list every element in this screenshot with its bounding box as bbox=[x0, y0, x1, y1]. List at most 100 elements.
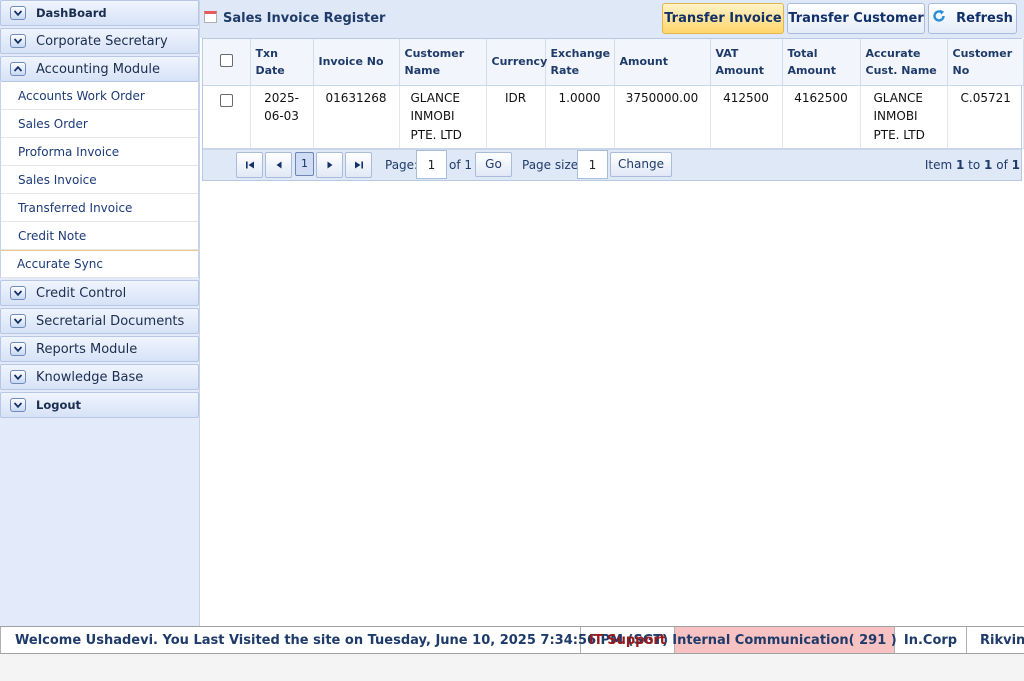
cell-txn-date: 2025-06-03 bbox=[250, 85, 314, 149]
first-page-button[interactable] bbox=[236, 151, 263, 178]
chevron-down-icon bbox=[10, 6, 26, 20]
chevron-down-icon bbox=[10, 286, 26, 300]
status-bar: Welcome Ushadevi. You Last Visited the s… bbox=[0, 626, 1024, 654]
next-page-icon bbox=[327, 161, 332, 168]
page-title: Sales Invoice Register bbox=[223, 10, 386, 26]
nav-corporate-secretary[interactable]: Corporate Secretary bbox=[0, 28, 199, 54]
nav-corporate-secretary-label: Corporate Secretary bbox=[36, 33, 168, 49]
main-panel: Sales Invoice Register Transfer Invoice … bbox=[200, 0, 1024, 626]
nav-secretarial-documents-label: Secretarial Documents bbox=[36, 313, 185, 329]
change-button[interactable]: Change bbox=[610, 151, 672, 177]
submenu-proforma-invoice[interactable]: Proforma Invoice bbox=[1, 138, 198, 166]
cell-accurate-cust-name: GLANCE INMOBI PTE. LTD bbox=[860, 85, 948, 149]
submenu-transferred-invoice[interactable]: Transferred Invoice bbox=[1, 194, 198, 222]
nav-credit-control[interactable]: Credit Control bbox=[0, 280, 199, 306]
nav-accounting-module-label: Accounting Module bbox=[36, 61, 160, 77]
refresh-label: Refresh bbox=[956, 11, 1013, 26]
refresh-icon bbox=[933, 9, 945, 22]
chevron-down-icon bbox=[10, 370, 26, 384]
item-count-to: 1 bbox=[984, 157, 993, 172]
row-select-cell bbox=[203, 85, 251, 149]
invoice-table: Txn Date Invoice No Customer Name Curren… bbox=[203, 39, 1024, 149]
column-header[interactable]: Total Amount bbox=[782, 39, 861, 86]
cell-currency: IDR bbox=[486, 85, 546, 149]
submenu-sales-invoice[interactable]: Sales Invoice bbox=[1, 166, 198, 194]
first-page-icon bbox=[245, 161, 254, 168]
calendar-icon bbox=[204, 11, 217, 23]
page-size-input[interactable]: 1 bbox=[577, 149, 608, 179]
prev-page-button[interactable] bbox=[265, 151, 292, 178]
column-header[interactable]: Invoice No bbox=[313, 39, 400, 86]
rikvin-link[interactable]: Rikvin bbox=[967, 627, 1024, 653]
column-header[interactable]: VAT Amount bbox=[710, 39, 783, 86]
cell-amount: 3750000.00 bbox=[614, 85, 711, 149]
it-support-link[interactable]: IT Support bbox=[581, 627, 675, 653]
page-input[interactable]: 1 bbox=[416, 149, 447, 179]
last-page-icon bbox=[354, 161, 363, 168]
nav-reports-module[interactable]: Reports Module bbox=[0, 336, 199, 362]
submenu-accurate-sync[interactable]: Accurate Sync bbox=[1, 250, 198, 278]
row-checkbox[interactable] bbox=[219, 93, 233, 107]
chevron-down-icon bbox=[10, 342, 26, 356]
nav-knowledge-base[interactable]: Knowledge Base bbox=[0, 364, 199, 390]
invoice-grid: Txn Date Invoice No Customer Name Curren… bbox=[202, 38, 1024, 181]
column-header[interactable]: Customer No bbox=[947, 39, 1024, 86]
nav-credit-control-label: Credit Control bbox=[36, 285, 127, 301]
page-size-label: Page size: bbox=[522, 157, 583, 172]
transfer-invoice-button[interactable]: Transfer Invoice bbox=[662, 3, 784, 34]
column-header[interactable]: Txn Date bbox=[250, 39, 314, 86]
submenu-credit-note[interactable]: Credit Note bbox=[1, 222, 198, 250]
incorp-link[interactable]: In.Corp bbox=[895, 627, 967, 653]
prev-page-icon bbox=[276, 161, 281, 168]
cell-vat-amount: 412500 bbox=[710, 85, 783, 149]
cell-customer-name: GLANCE INMOBI PTE. LTD bbox=[399, 85, 487, 149]
pager: 1 Page: 1 of 1 Go Page size: 1 Change It… bbox=[203, 148, 1021, 180]
cell-invoice-no: 01631268 bbox=[313, 85, 400, 149]
cell-total-amount: 4162500 bbox=[782, 85, 861, 149]
column-header[interactable]: Accurate Cust. Name bbox=[860, 39, 948, 86]
chevron-up-icon bbox=[10, 62, 26, 76]
nav-knowledge-base-label: Knowledge Base bbox=[36, 369, 144, 385]
current-page-number[interactable]: 1 bbox=[295, 151, 314, 176]
nav-logout-label: Logout bbox=[36, 398, 82, 412]
select-all-cell bbox=[203, 39, 251, 86]
nav-reports-module-label: Reports Module bbox=[36, 341, 138, 357]
item-count-prefix: Item bbox=[924, 157, 953, 172]
column-header[interactable]: Exchange Rate bbox=[545, 39, 615, 86]
nav-accounting-module[interactable]: Accounting Module bbox=[0, 56, 199, 82]
page-label: Page: bbox=[385, 157, 419, 172]
item-count-total: 1 bbox=[1011, 157, 1020, 172]
column-header[interactable]: Amount bbox=[614, 39, 711, 86]
item-count-from: 1 bbox=[955, 157, 965, 172]
title-bar: Sales Invoice Register Transfer Invoice … bbox=[200, 0, 1024, 38]
item-count-to-word: to bbox=[968, 157, 981, 172]
cell-customer-no: C.05721 bbox=[947, 85, 1024, 149]
sidebar: DashBoard Corporate Secretary Accounting… bbox=[0, 0, 200, 626]
column-header[interactable]: Customer Name bbox=[399, 39, 487, 86]
column-header[interactable]: Currency bbox=[486, 39, 547, 86]
chevron-down-icon bbox=[10, 314, 26, 328]
last-page-button[interactable] bbox=[345, 151, 372, 178]
nav-dashboard-label: DashBoard bbox=[36, 6, 107, 20]
transfer-customer-button[interactable]: Transfer Customer bbox=[787, 3, 925, 34]
submenu-accounts-work-order[interactable]: Accounts Work Order bbox=[1, 82, 198, 110]
welcome-message: Welcome Ushadevi. You Last Visited the s… bbox=[0, 627, 668, 653]
go-button[interactable]: Go bbox=[475, 151, 512, 177]
nav-dashboard[interactable]: DashBoard bbox=[0, 0, 199, 26]
select-all-checkbox[interactable] bbox=[219, 53, 233, 67]
submenu-sales-order[interactable]: Sales Order bbox=[1, 110, 198, 138]
internal-communication-link[interactable]: Internal Communication( 291 ) bbox=[672, 627, 897, 653]
item-count-of-word: of bbox=[996, 157, 1008, 172]
chevron-down-icon bbox=[10, 398, 26, 412]
nav-logout[interactable]: Logout bbox=[0, 392, 199, 418]
refresh-button[interactable]: Refresh bbox=[928, 3, 1017, 34]
page-count-label: of 1 bbox=[449, 157, 473, 172]
chevron-down-icon bbox=[10, 34, 26, 48]
next-page-button[interactable] bbox=[316, 151, 343, 178]
item-count-info: Item 1 to 1 of 1 bbox=[925, 158, 1020, 172]
cell-exchange-rate: 1.0000 bbox=[545, 85, 615, 149]
table-header-row: Txn Date Invoice No Customer Name Curren… bbox=[203, 39, 1024, 86]
nav-secretarial-documents[interactable]: Secretarial Documents bbox=[0, 308, 199, 334]
accounting-submenu: Accounts Work Order Sales Order Proforma… bbox=[0, 82, 199, 278]
table-row[interactable]: 2025-06-03 01631268 GLANCE INMOBI PTE. L… bbox=[203, 85, 1024, 149]
